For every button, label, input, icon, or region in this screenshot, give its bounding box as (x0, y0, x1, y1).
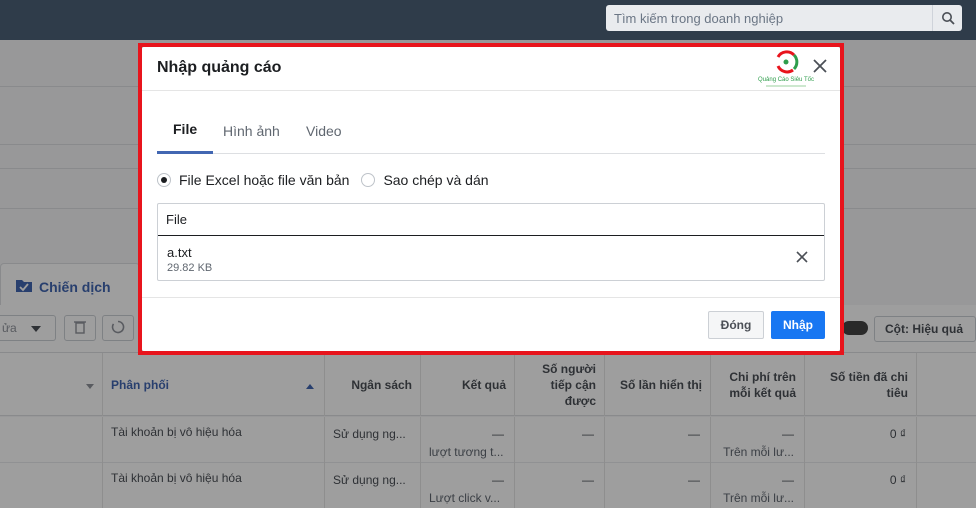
close-dialog-button[interactable] (810, 57, 830, 77)
radio-excel-or-text-file[interactable]: File Excel hoặc file văn bản (157, 172, 349, 188)
remove-file-button[interactable] (793, 249, 811, 267)
import-source-options: File Excel hoặc file văn bản Sao chép và… (157, 170, 489, 190)
business-search-box[interactable]: Tìm kiếm trong doanh nghiệp (606, 5, 962, 31)
radio-unselected-icon (361, 173, 376, 187)
import-button[interactable]: Nhập (771, 311, 825, 339)
dialog-footer: Đóng Nhập (142, 297, 840, 351)
close-icon (796, 250, 808, 266)
dialog-header: Nhập quảng cáo Quảng Cáo Siêu Tốc (142, 47, 840, 91)
search-icon[interactable] (932, 5, 962, 31)
uploaded-file-name: a.txt (167, 245, 192, 260)
file-section-header: File (158, 204, 824, 236)
radio-selected-icon (157, 173, 171, 187)
dialog-title: Nhập quảng cáo (157, 59, 282, 76)
top-navbar: Tìm kiếm trong doanh nghiệp (0, 0, 976, 40)
uploaded-file-size: 29.82 KB (167, 262, 213, 274)
brand-logo-text: Quảng Cáo Siêu Tốc (758, 77, 814, 83)
import-type-tabs: File Hình ảnh Video (157, 107, 825, 154)
radio-excel-label: File Excel hoặc file văn bản (179, 172, 350, 188)
radio-copy-paste-label: Sao chép và dán (383, 172, 489, 188)
search-input[interactable]: Tìm kiếm trong doanh nghiệp (606, 11, 932, 26)
tab-video[interactable]: Video (290, 107, 358, 154)
close-button[interactable]: Đóng (708, 311, 764, 339)
tab-file[interactable]: File (157, 107, 214, 154)
close-icon (813, 58, 827, 76)
tab-images[interactable]: Hình ảnh (207, 107, 296, 154)
radio-copy-paste[interactable]: Sao chép và dán (361, 172, 489, 188)
import-ads-dialog: Nhập quảng cáo Quảng Cáo Siêu Tốc File H… (142, 47, 840, 351)
file-upload-box: File a.txt 29.82 KB (157, 203, 825, 281)
